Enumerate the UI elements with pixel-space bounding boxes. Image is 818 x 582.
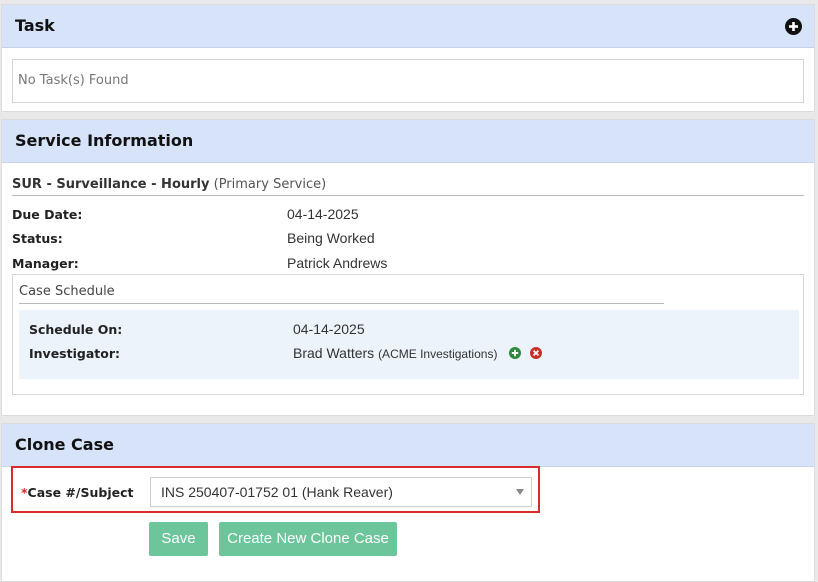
- clone-case-header: Clone Case: [2, 424, 814, 467]
- case-schedule-details: Schedule On: 04-14-2025 Investigator: Br…: [19, 310, 799, 379]
- save-button[interactable]: Save: [149, 522, 208, 556]
- task-panel-header: Task: [2, 5, 814, 48]
- due-date-label: Due Date:: [12, 207, 83, 222]
- clone-case-panel: Clone Case *Case #/Subject INS 250407-01…: [1, 423, 815, 582]
- service-panel-title: Service Information: [15, 131, 194, 150]
- remove-investigator-icon[interactable]: [530, 347, 542, 359]
- service-panel-header: Service Information: [2, 120, 814, 163]
- add-investigator-icon[interactable]: [509, 347, 522, 359]
- dropdown-caret-icon: [516, 489, 524, 495]
- case-subject-selected-value: INS 250407-01752 01 (Hank Reaver): [161, 484, 393, 500]
- case-schedule-title: Case Schedule: [19, 284, 664, 304]
- task-empty-message: No Task(s) Found: [12, 59, 804, 103]
- task-panel-title: Task: [15, 16, 55, 35]
- service-tag: (Primary Service): [213, 177, 327, 192]
- case-subject-select[interactable]: INS 250407-01752 01 (Hank Reaver): [150, 477, 532, 507]
- schedule-on-label: Schedule On:: [29, 322, 123, 337]
- investigator-label: Investigator:: [29, 346, 120, 361]
- service-name: SUR - Surveillance - Hourly: [12, 177, 210, 192]
- manager-value: Patrick Andrews: [287, 255, 388, 271]
- create-new-clone-case-button[interactable]: Create New Clone Case: [219, 522, 397, 556]
- case-subject-label-text: Case #/Subject: [27, 485, 134, 500]
- due-date-value: 04-14-2025: [287, 206, 359, 222]
- status-value: Being Worked: [287, 230, 375, 246]
- manager-label: Manager:: [12, 256, 79, 271]
- case-schedule-box: Case Schedule Schedule On: 04-14-2025 In…: [12, 274, 804, 395]
- investigator-value: Brad Watters (ACME Investigations): [293, 345, 542, 361]
- status-label: Status:: [12, 231, 63, 246]
- case-subject-label: *Case #/Subject: [21, 485, 133, 500]
- service-panel: Service Information SUR - Surveillance -…: [1, 119, 815, 416]
- investigator-name[interactable]: Brad Watters: [293, 345, 374, 361]
- investigator-company: (ACME Investigations): [378, 347, 498, 361]
- schedule-on-value: 04-14-2025: [293, 321, 365, 337]
- add-task-icon[interactable]: [785, 18, 802, 35]
- service-name-line: SUR - Surveillance - Hourly (Primary Ser…: [12, 177, 804, 196]
- task-panel: Task No Task(s) Found: [1, 4, 815, 112]
- clone-case-title: Clone Case: [15, 435, 114, 454]
- case-subject-field-row: *Case #/Subject INS 250407-01752 01 (Han…: [11, 466, 540, 513]
